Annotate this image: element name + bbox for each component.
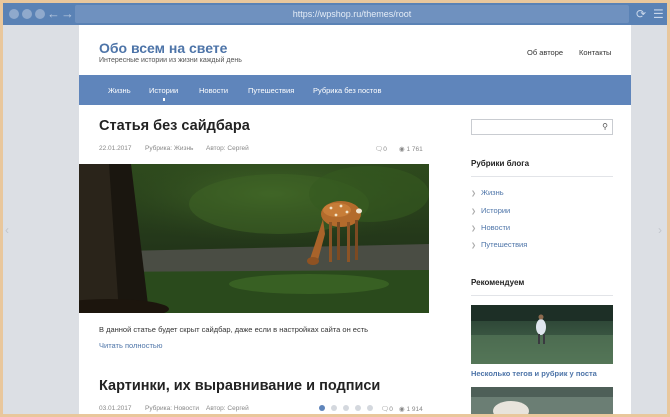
post-date-2: 03.01.2017 [99,405,132,412]
post-category-2[interactable]: Рубрика: Новости [145,405,199,412]
chevron-right-icon: ❯ [471,191,477,197]
view-count-value: 1 761 [406,146,423,153]
chevron-left-icon[interactable]: ‹ [5,223,9,237]
deer-photo [79,164,429,313]
slider-dot[interactable] [343,405,349,411]
forward-arrow-icon[interactable]: → [61,5,74,23]
sidebar-category-label: Новости [481,223,511,232]
refresh-icon[interactable]: ⟳ [636,6,646,22]
window-dot-icon[interactable] [22,9,32,19]
menu-item-travel[interactable]: Путешествия [248,86,294,95]
back-arrow-icon[interactable]: ← [47,5,60,23]
recommended-post-image-2[interactable] [471,387,613,414]
top-link-about[interactable]: Об авторе [527,48,563,57]
sidebar-category-label: Истории [481,206,511,215]
post-author[interactable]: Автор: Сергей [206,145,249,152]
chevron-right-icon: ❯ [471,243,477,249]
hamburger-menu-icon[interactable]: ☰ [653,6,664,22]
sidebar-category-travel[interactable]: ❯ Путешествия [471,240,527,249]
post-category[interactable]: Рубрика: Жизнь [145,145,193,152]
sidebar-category-life[interactable]: ❯ Жизнь [471,188,504,197]
divider [471,295,613,296]
menu-item-life[interactable]: Жизнь [108,86,131,95]
recommended-post-title[interactable]: Несколько тегов и рубрик у поста [471,369,597,378]
sidebar-category-news[interactable]: ❯ Новости [471,223,510,232]
comment-count-value: 0 [389,406,393,413]
post-title-2[interactable]: Картинки, их выравнивание и подписи [99,378,380,394]
chevron-right-icon: ❯ [471,209,477,215]
read-more-link[interactable]: Читать полностью [99,341,162,350]
categories-widget-title: Рубрики блога [471,159,530,168]
address-bar[interactable]: https://wpshop.ru/themes/root [75,5,629,23]
comment-count-value: 0 [383,146,387,153]
browser-toolbar: ← → https://wpshop.ru/themes/root ⟳ ☰ [3,3,667,25]
browser-window: ← → https://wpshop.ru/themes/root ⟳ ☰ ‹ … [3,3,667,414]
comment-count[interactable]: 🗨︎0 [375,145,387,153]
site-title[interactable]: Обо всем на свете [99,40,227,56]
second-photo [471,387,613,414]
post-date: 22.01.2017 [99,145,132,152]
web-page: Обо всем на свете Интересные истории из … [79,25,631,414]
eye-icon: ◉ [399,146,405,153]
sidebar-category-label: Жизнь [481,188,504,197]
divider [471,176,613,177]
chevron-right-icon: ❯ [471,226,477,232]
post-author-2[interactable]: Автор: Сергей [206,405,249,412]
view-count-value: 1 914 [406,406,423,413]
post-featured-image[interactable] [79,164,429,313]
slider-dot[interactable] [367,405,373,411]
window-dot-icon[interactable] [35,9,45,19]
site-tagline: Интересные истории из жизни каждый день [99,57,242,64]
comment-count-2[interactable]: 🗨︎0 [381,405,393,413]
recommended-post-image[interactable] [471,305,613,364]
window-dot-icon[interactable] [9,9,19,19]
active-menu-marker [163,98,165,101]
eye-icon: ◉ [399,406,405,413]
view-count: ◉ 1 761 [399,145,423,153]
field-photo [471,305,613,364]
sidebar-category-stories[interactable]: ❯ Истории [471,206,510,215]
slider-dot-active[interactable] [319,405,325,411]
post-excerpt: В данной статье будет скрыт сайдбар, даж… [99,325,369,334]
search-input[interactable]: ⚲ [471,119,613,135]
post-title[interactable]: Статья без сайдбара [99,118,250,134]
menu-item-empty-category[interactable]: Рубрика без постов [313,86,381,95]
search-icon[interactable]: ⚲ [602,122,608,131]
chevron-right-icon[interactable]: › [658,223,662,237]
menu-item-stories[interactable]: Истории [149,86,178,95]
top-link-contacts[interactable]: Контакты [579,48,611,57]
main-menu: Жизнь Истории Новости Путешествия Рубрик… [79,75,631,105]
slider-dot[interactable] [355,405,361,411]
sidebar-category-label: Путешествия [481,240,528,249]
slider-dot[interactable] [331,405,337,411]
recommend-widget-title: Рекомендуем [471,278,525,287]
view-count-2: ◉ 1 914 [399,405,423,413]
menu-item-news[interactable]: Новости [199,86,228,95]
